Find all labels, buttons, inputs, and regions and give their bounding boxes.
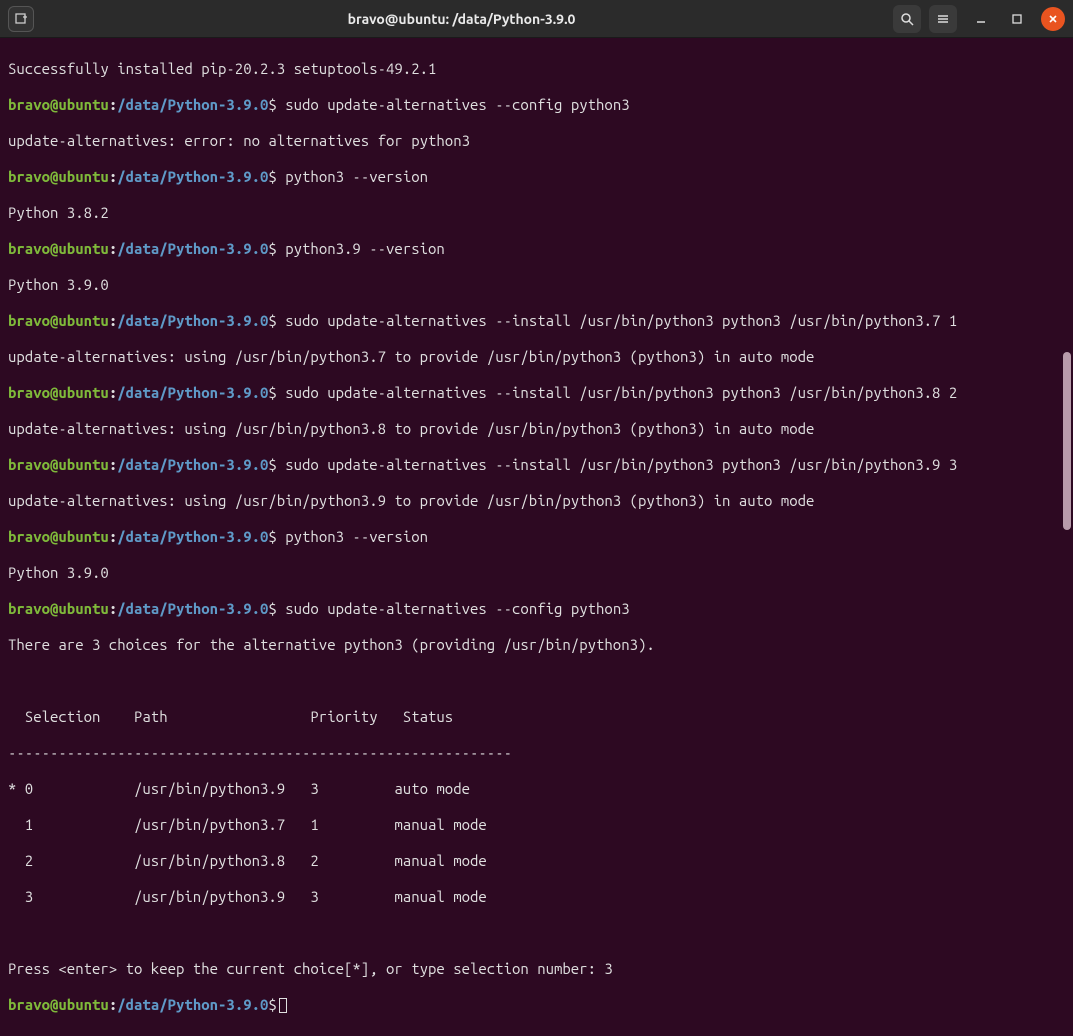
close-button[interactable] (1041, 7, 1065, 31)
maximize-button[interactable] (1005, 7, 1029, 31)
search-button[interactable] (893, 5, 921, 33)
table-separator: ----------------------------------------… (8, 744, 1065, 762)
prompt-line: bravo@ubuntu:/data/Python-3.9.0$ sudo up… (8, 312, 1065, 330)
table-header: Selection Path Priority Status (8, 708, 1065, 726)
output-line: Python 3.8.2 (8, 204, 1065, 222)
output-line: Python 3.9.0 (8, 564, 1065, 582)
prompt-line: bravo@ubuntu:/data/Python-3.9.0$ (8, 996, 1065, 1014)
prompt-line: bravo@ubuntu:/data/Python-3.9.0$ sudo up… (8, 96, 1065, 114)
table-row: 2 /usr/bin/python3.8 2 manual mode (8, 852, 1065, 870)
window-title: bravo@ubuntu: /data/Python-3.9.0 (38, 11, 885, 27)
menu-button[interactable] (929, 5, 957, 33)
scrollbar-thumb[interactable] (1063, 352, 1071, 530)
prompt-line: bravo@ubuntu:/data/Python-3.9.0$ sudo up… (8, 384, 1065, 402)
output-line: Python 3.9.0 (8, 276, 1065, 294)
titlebar: bravo@ubuntu: /data/Python-3.9.0 (0, 0, 1073, 38)
prompt-line: bravo@ubuntu:/data/Python-3.9.0$ python3… (8, 528, 1065, 546)
minimize-button[interactable] (969, 7, 993, 31)
output-line (8, 924, 1065, 942)
prompt-line: bravo@ubuntu:/data/Python-3.9.0$ sudo up… (8, 456, 1065, 474)
table-row: 3 /usr/bin/python3.9 3 manual mode (8, 888, 1065, 906)
output-line: update-alternatives: using /usr/bin/pyth… (8, 348, 1065, 366)
prompt-line: bravo@ubuntu:/data/Python-3.9.0$ python3… (8, 240, 1065, 258)
prompt-line: bravo@ubuntu:/data/Python-3.9.0$ python3… (8, 168, 1065, 186)
output-line: update-alternatives: using /usr/bin/pyth… (8, 492, 1065, 510)
output-line (8, 672, 1065, 690)
prompt-line: bravo@ubuntu:/data/Python-3.9.0$ sudo up… (8, 600, 1065, 618)
new-tab-button[interactable] (8, 6, 34, 32)
table-row: * 0 /usr/bin/python3.9 3 auto mode (8, 780, 1065, 798)
cursor (279, 998, 287, 1013)
input-prompt-line: Press <enter> to keep the current choice… (8, 960, 1065, 978)
table-row: 1 /usr/bin/python3.7 1 manual mode (8, 816, 1065, 834)
output-line: update-alternatives: error: no alternati… (8, 132, 1065, 150)
terminal-content[interactable]: Successfully installed pip-20.2.3 setupt… (0, 38, 1073, 1036)
output-line: Successfully installed pip-20.2.3 setupt… (8, 60, 1065, 78)
output-line: update-alternatives: using /usr/bin/pyth… (8, 420, 1065, 438)
output-line: There are 3 choices for the alternative … (8, 636, 1065, 654)
